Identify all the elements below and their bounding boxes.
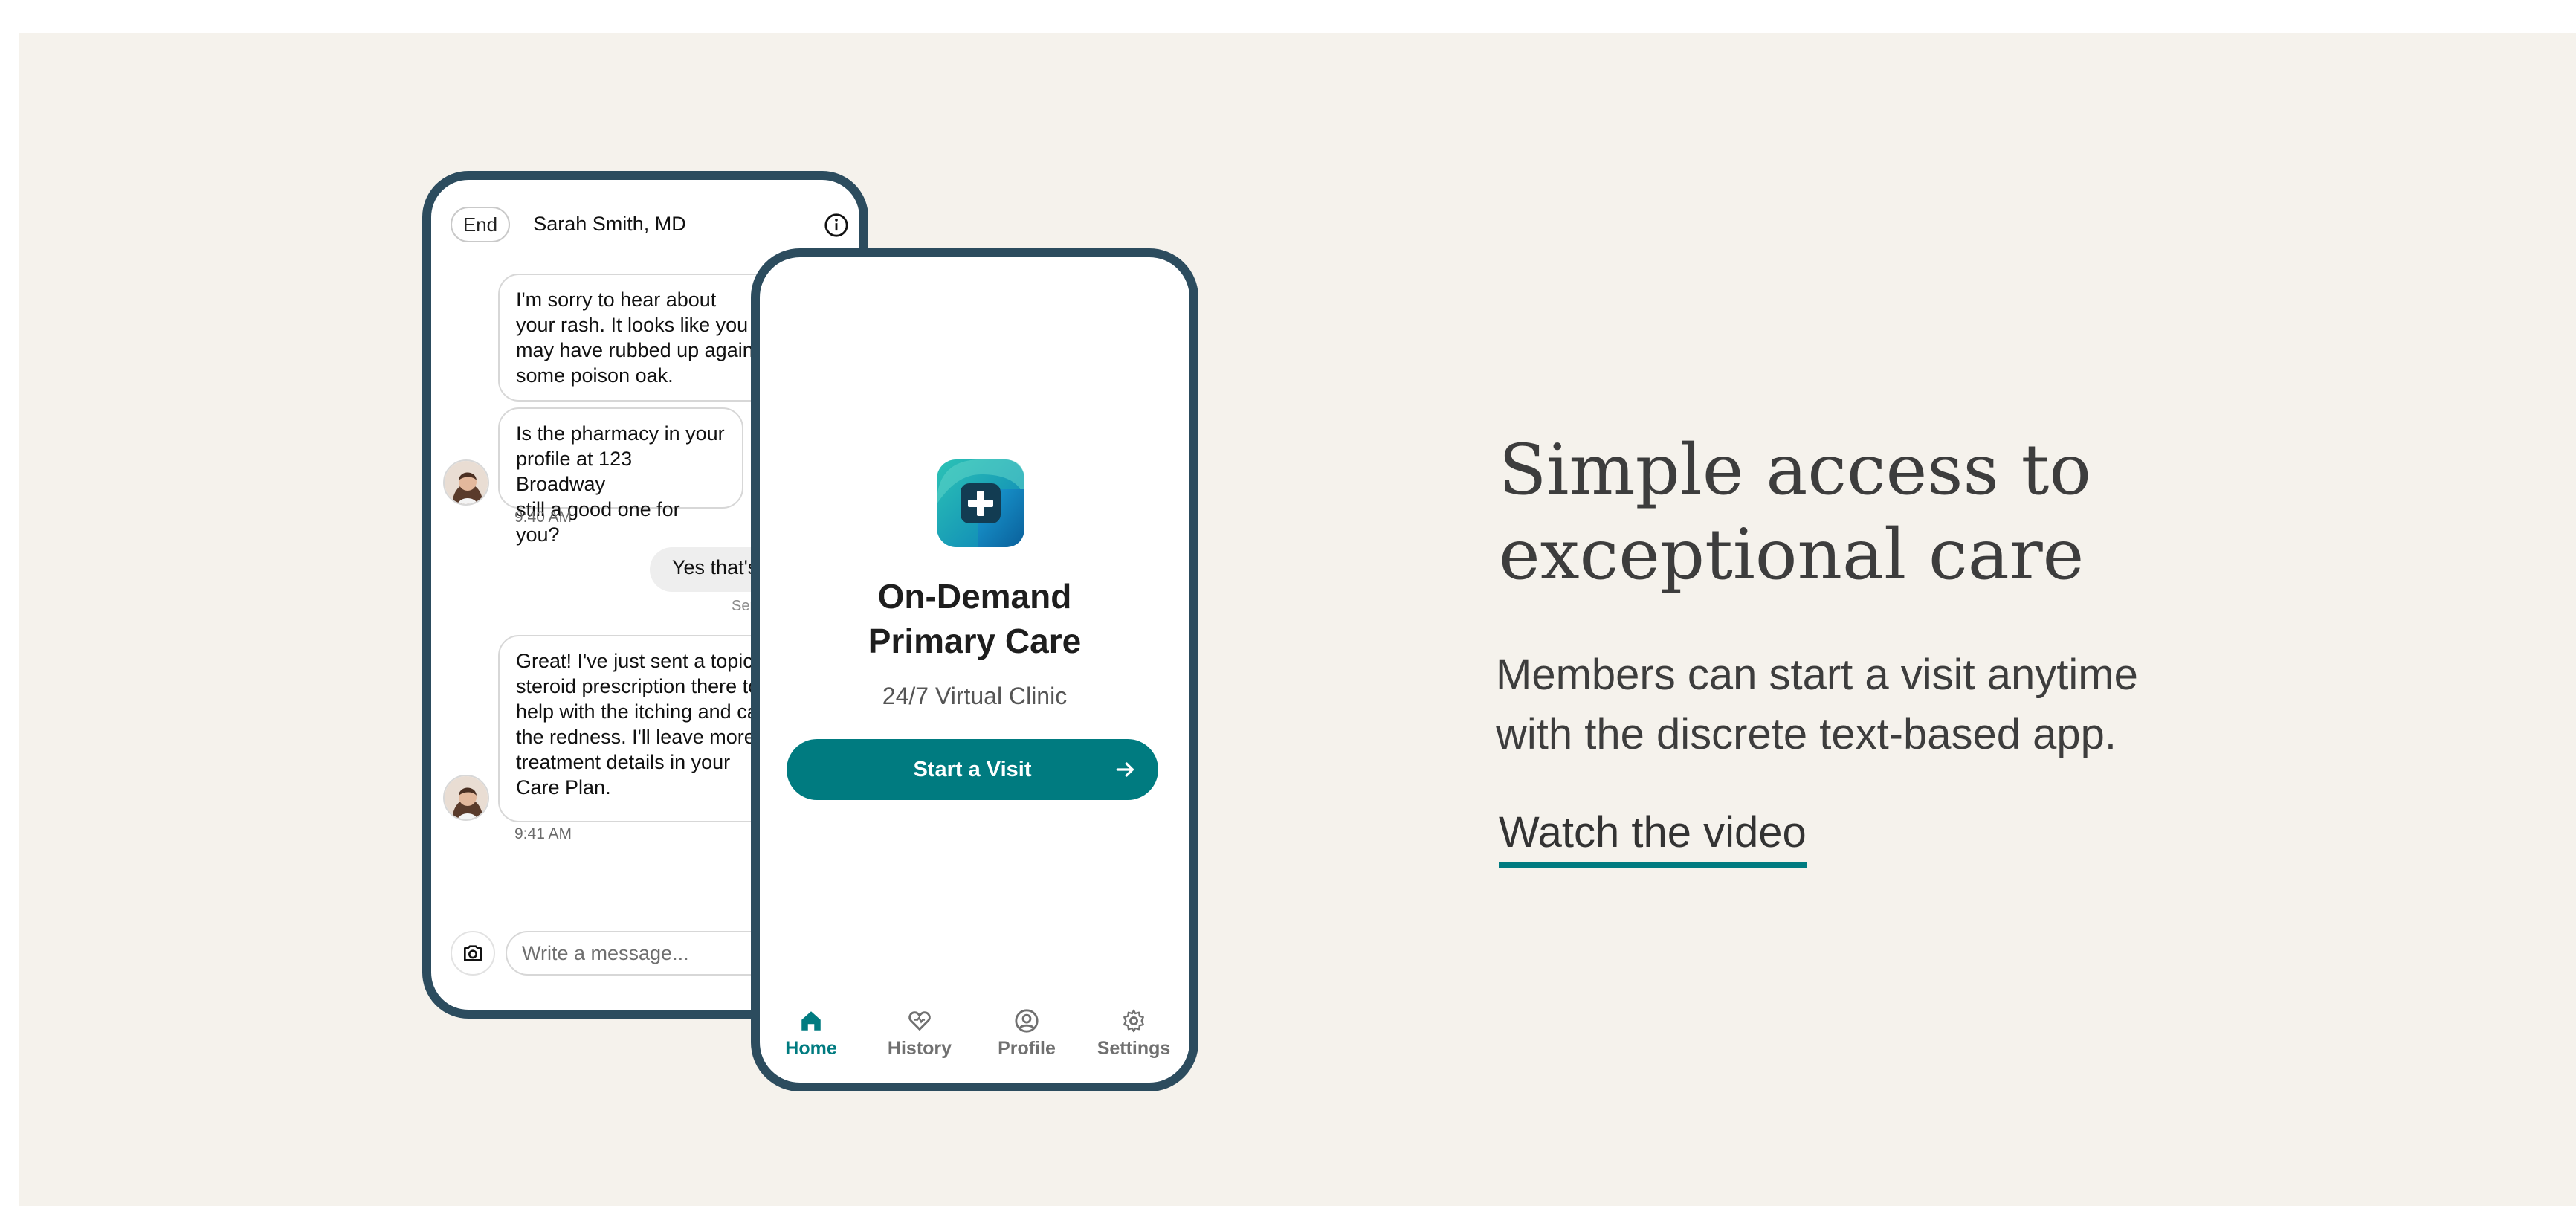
home-icon [801, 1011, 821, 1031]
message-timestamp: 9:41 AM [514, 825, 572, 842]
body-copy: Members can start a visit anytime with t… [1496, 651, 2138, 758]
camera-button[interactable] [451, 931, 495, 976]
tab-home[interactable]: Home [763, 1008, 859, 1060]
home-phone-mockup: On-Demand Primary Care 24/7 Virtual Clin… [751, 248, 1198, 1091]
end-chat-button[interactable]: End [451, 207, 510, 242]
chat-message-doctor: Is the pharmacy in your profile at 123 B… [498, 407, 743, 546]
app-title: On-Demand Primary Care [868, 577, 1082, 660]
headline: Simple access to exceptional care [1499, 430, 2092, 596]
chat-header: End Sarah Smith, MD [431, 180, 859, 254]
doctor-avatar [443, 459, 489, 506]
app-logo-icon [937, 459, 1024, 547]
tab-profile[interactable]: Profile [978, 1008, 1075, 1060]
user-circle-icon [1015, 1009, 1039, 1033]
arrow-right-icon [1116, 762, 1134, 777]
hero-panel [19, 33, 2576, 1206]
bottom-tab-bar: Home History Profile Settings [760, 1008, 1189, 1075]
start-visit-button[interactable]: Start a Visit [787, 739, 1158, 800]
tab-history[interactable]: History [871, 1008, 968, 1060]
camera-icon [464, 945, 482, 961]
info-icon[interactable] [824, 213, 849, 238]
tab-settings[interactable]: Settings [1085, 1008, 1182, 1060]
tab-label: Home [785, 1038, 837, 1059]
tab-label: History [887, 1038, 952, 1059]
chat-doctor-name: Sarah Smith, MD [533, 213, 686, 235]
watch-video-link[interactable]: Watch the video [1499, 807, 1807, 868]
doctor-avatar [443, 775, 489, 821]
message-timestamp: 9:40 AM [514, 509, 572, 526]
heart-icon [908, 1011, 931, 1031]
app-subtitle: 24/7 Virtual Clinic [882, 683, 1068, 709]
start-visit-label: Start a Visit [913, 757, 1032, 781]
tab-label: Settings [1097, 1038, 1171, 1059]
tab-label: Profile [998, 1038, 1056, 1059]
gear-icon [1123, 1009, 1144, 1033]
